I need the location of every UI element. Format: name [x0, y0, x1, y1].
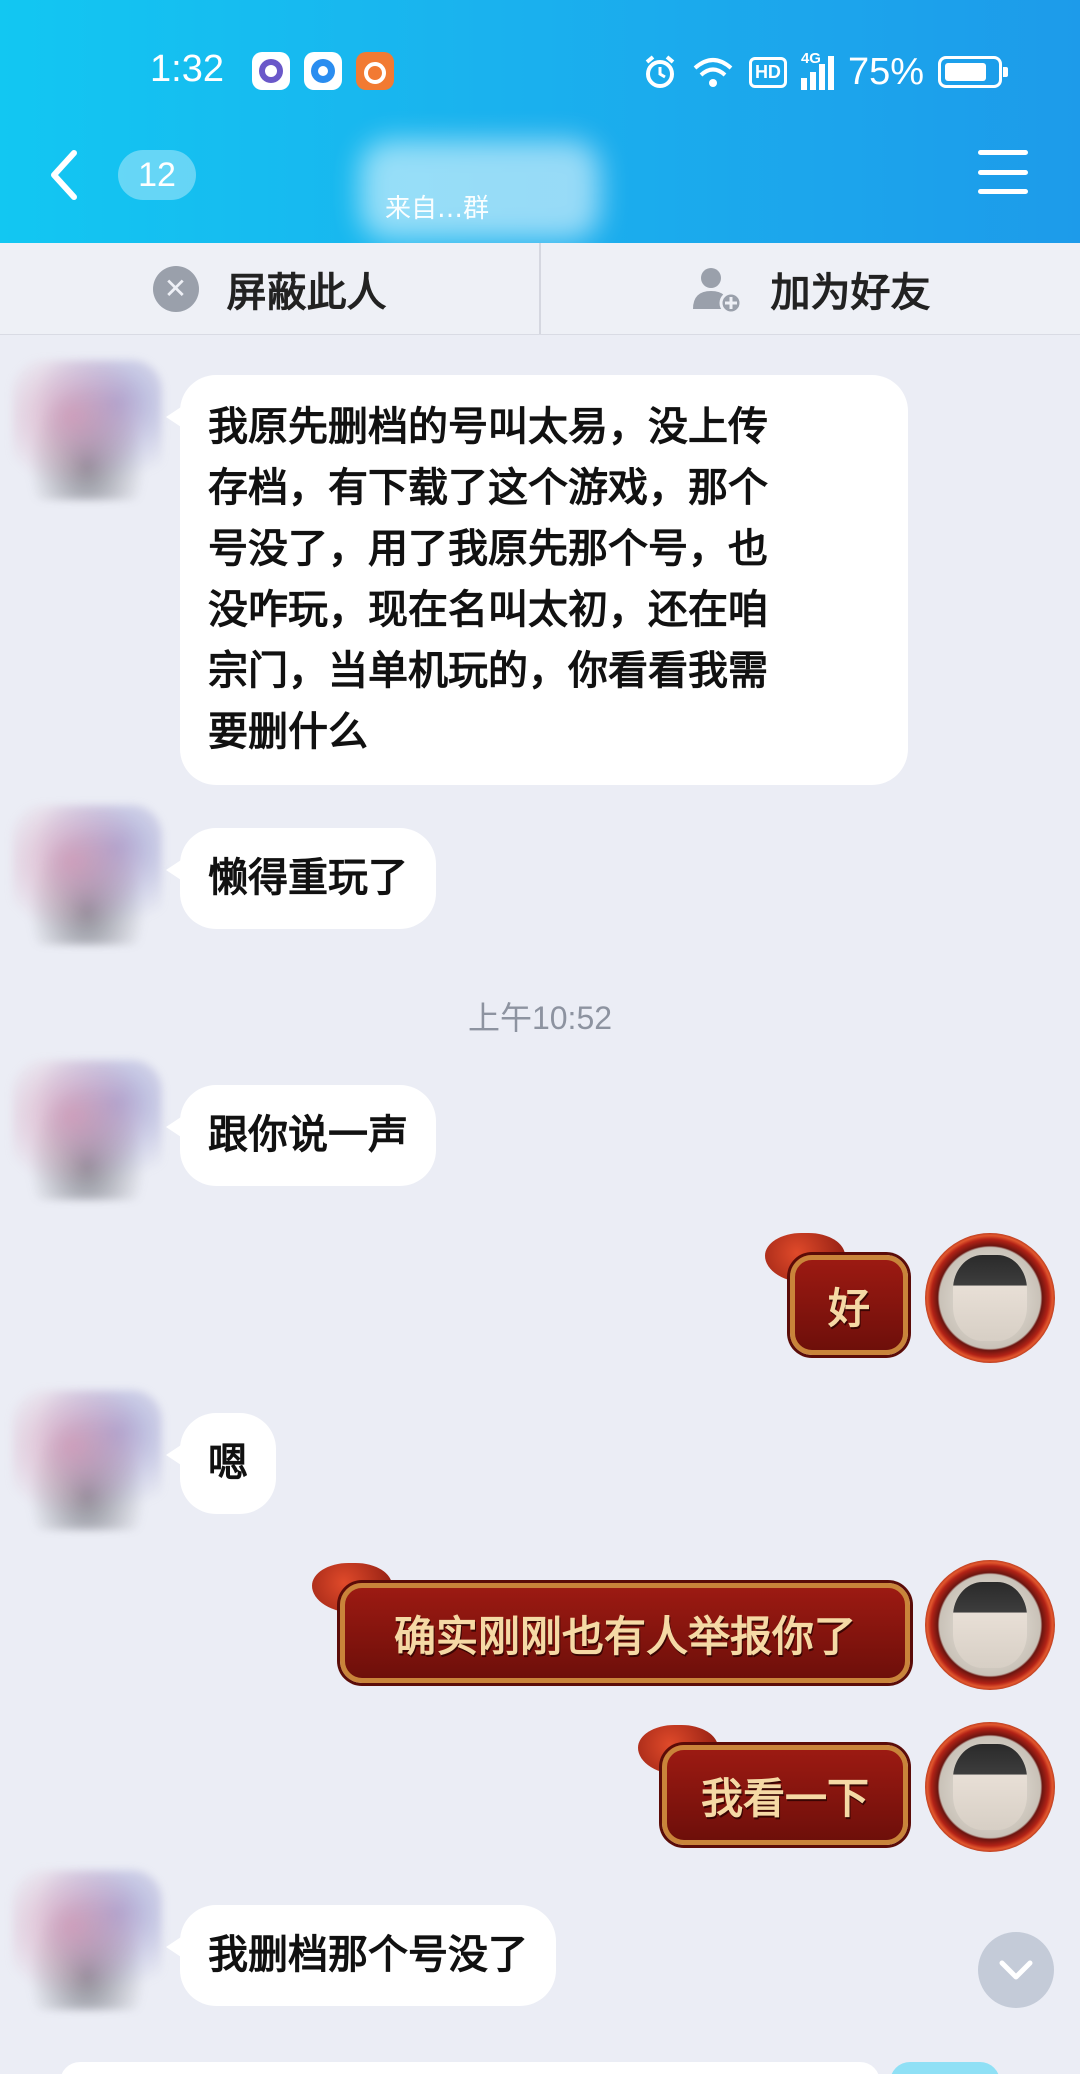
message-line: 存档，有下载了这个游戏，那个 — [208, 465, 768, 511]
message-text: 跟你说一声 — [208, 1112, 408, 1158]
message-text: 懒得重玩了 — [208, 855, 408, 901]
message-bubble-self[interactable]: 好 — [790, 1255, 908, 1355]
add-friend-button[interactable]: 加为好友 — [539, 243, 1080, 334]
avatar[interactable] — [12, 1060, 162, 1200]
browser-notification-icon — [304, 52, 342, 90]
chat-title-text: 来自…群 — [385, 194, 490, 224]
wifi-icon — [693, 58, 733, 87]
message-text: 我看一下 — [700, 1773, 869, 1823]
status-indicators: HD 4G 75% — [643, 48, 1008, 96]
avatar[interactable] — [12, 1870, 162, 2010]
message-line: 要删什么 — [208, 709, 368, 755]
alarm-icon — [645, 55, 675, 88]
avatar[interactable] — [12, 1390, 162, 1530]
add-friend-label: 加为好友 — [770, 269, 931, 316]
chevron-down-icon — [999, 1960, 1033, 1980]
message-text: 我删档那个号没了 — [208, 1932, 528, 1978]
message-timestamp: 上午10:52 — [467, 1000, 613, 1036]
network-type: 4G — [800, 50, 821, 67]
my-avatar[interactable] — [925, 1233, 1055, 1363]
message-bubble[interactable]: 我删档那个号没了 — [166, 1905, 556, 2006]
partial-message-bubble-self — [890, 2062, 1000, 2074]
action-bar: ✕ 屏蔽此人 加为好友 — [0, 243, 1080, 335]
message-text: 确实刚刚也有人举报你了 — [393, 1611, 856, 1661]
uc-browser-icon — [356, 52, 394, 90]
scroll-to-bottom-button[interactable] — [978, 1932, 1054, 2008]
message-line: 号没了，用了我原先那个号，也 — [208, 526, 768, 572]
chat-title: 来自…群 — [360, 130, 720, 240]
back-button[interactable] — [40, 145, 90, 205]
status-time: 1:32 — [150, 48, 224, 90]
message-bubble-self[interactable]: 确实刚刚也有人举报你了 — [340, 1583, 910, 1683]
avatar-portrait — [953, 1255, 1027, 1341]
chat-header: 1:32 HD 4G 75% 12 来自…群 — [0, 0, 1080, 243]
message-text: 嗯 — [208, 1440, 248, 1486]
my-avatar[interactable] — [925, 1722, 1055, 1852]
my-avatar[interactable] — [925, 1560, 1055, 1690]
message-bubble-self[interactable]: 我看一下 — [662, 1745, 908, 1845]
signal-icon: 4G — [800, 50, 834, 90]
message-bubble[interactable]: 嗯 — [166, 1413, 276, 1514]
block-user-button[interactable]: ✕ 屏蔽此人 — [0, 243, 539, 334]
unread-count-badge[interactable]: 12 — [118, 150, 196, 200]
battery-percent: 75% — [847, 50, 924, 93]
message-line: 我原先删档的号叫太易，没上传 — [208, 404, 768, 450]
hd-badge: HD — [748, 56, 787, 88]
message-line: 宗门，当单机玩的，你看看我需 — [208, 648, 768, 694]
block-icon: ✕ — [152, 265, 199, 312]
block-user-label: 屏蔽此人 — [226, 269, 387, 316]
menu-button[interactable] — [978, 150, 1028, 194]
avatar-portrait — [953, 1582, 1027, 1668]
avatar[interactable] — [12, 360, 162, 500]
battery-icon — [938, 56, 1008, 88]
avatar-portrait — [953, 1744, 1027, 1830]
message-text: 好 — [827, 1283, 870, 1333]
message-bubble[interactable]: 跟你说一声 — [166, 1085, 436, 1186]
add-friend-icon — [692, 267, 742, 314]
avatar[interactable] — [12, 805, 162, 945]
message-bubble[interactable]: 我原先删档的号叫太易，没上传 存档，有下载了这个游戏，那个 号没了，用了我原先那… — [166, 375, 908, 785]
message-line: 没咋玩，现在名叫太初，还在咱 — [208, 587, 768, 633]
partial-message-bubble — [60, 2062, 880, 2074]
app-notification-icon — [252, 52, 290, 90]
message-bubble[interactable]: 懒得重玩了 — [166, 828, 436, 929]
